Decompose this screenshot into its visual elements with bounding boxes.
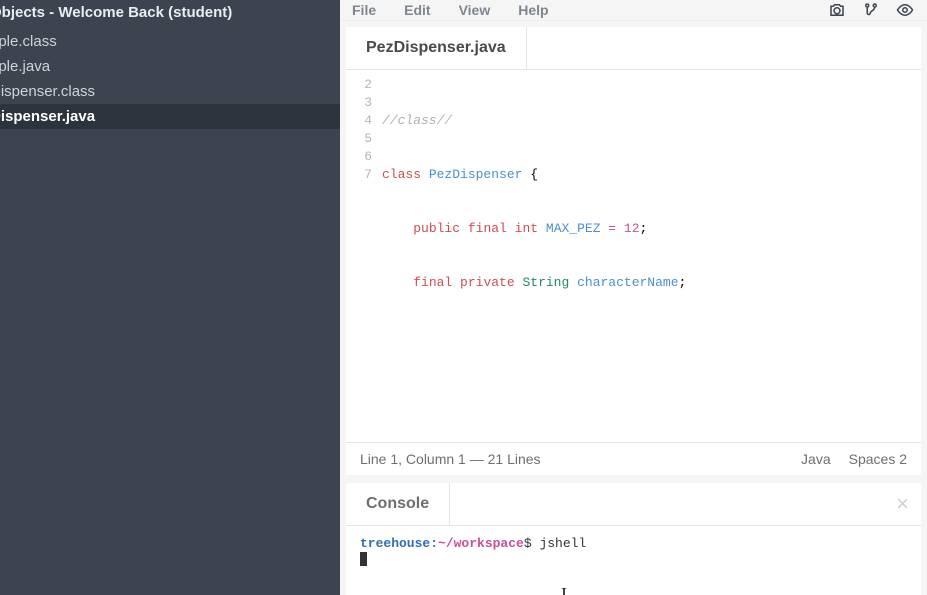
code-lines[interactable]: //class// class PezDispenser { public fi… — [382, 76, 921, 436]
statusbar: Line 1, Column 1 — 21 Lines Java Spaces … — [346, 442, 921, 475]
status-position: Line 1, Column 1 — 21 Lines — [360, 451, 541, 467]
terminal-path: ~/workspace — [438, 536, 524, 551]
main-area: File Edit View Help PezDispenser.java 2 … — [340, 0, 927, 595]
menu-view[interactable]: View — [459, 2, 491, 18]
branch-icon[interactable] — [861, 0, 881, 20]
terminal-host: treehouse: — [360, 536, 438, 551]
terminal[interactable]: treehouse:~/workspace$ jshell I — [346, 526, 921, 595]
eye-icon[interactable] — [895, 0, 915, 20]
console-tab[interactable]: Console — [346, 483, 450, 525]
menu-help[interactable]: Help — [518, 2, 548, 18]
camera-icon[interactable] — [827, 0, 847, 20]
menu-edit[interactable]: Edit — [404, 2, 430, 18]
editor: PezDispenser.java 2 3 4 5 6 7 //class// … — [346, 27, 921, 475]
terminal-cursor — [360, 552, 367, 566]
status-indent[interactable]: Spaces 2 — [849, 451, 907, 467]
file-item-active[interactable]: Dispenser.java — [0, 104, 340, 129]
file-item[interactable]: nple.java — [0, 54, 340, 79]
terminal-command: jshell — [539, 536, 586, 551]
console: Console × treehouse:~/workspace$ jshell … — [346, 483, 921, 595]
console-tabbar: Console × — [346, 483, 921, 526]
text-caret-icon: I — [561, 584, 567, 595]
file-item[interactable]: nple.class — [0, 29, 340, 54]
gutter: 2 3 4 5 6 7 — [346, 76, 382, 436]
code-area[interactable]: 2 3 4 5 6 7 //class// class PezDispenser… — [346, 70, 921, 442]
menu-file[interactable]: File — [352, 2, 376, 18]
file-item[interactable]: Dispenser.class — [0, 79, 340, 104]
sidebar-title: Objects - Welcome Back (student) — [0, 0, 340, 29]
editor-tabbar: PezDispenser.java — [346, 27, 921, 70]
status-language[interactable]: Java — [801, 451, 831, 467]
sidebar: Objects - Welcome Back (student) nple.cl… — [0, 0, 340, 595]
editor-tab[interactable]: PezDispenser.java — [346, 27, 527, 69]
menubar: File Edit View Help — [340, 0, 927, 21]
close-icon[interactable]: × — [896, 491, 909, 517]
